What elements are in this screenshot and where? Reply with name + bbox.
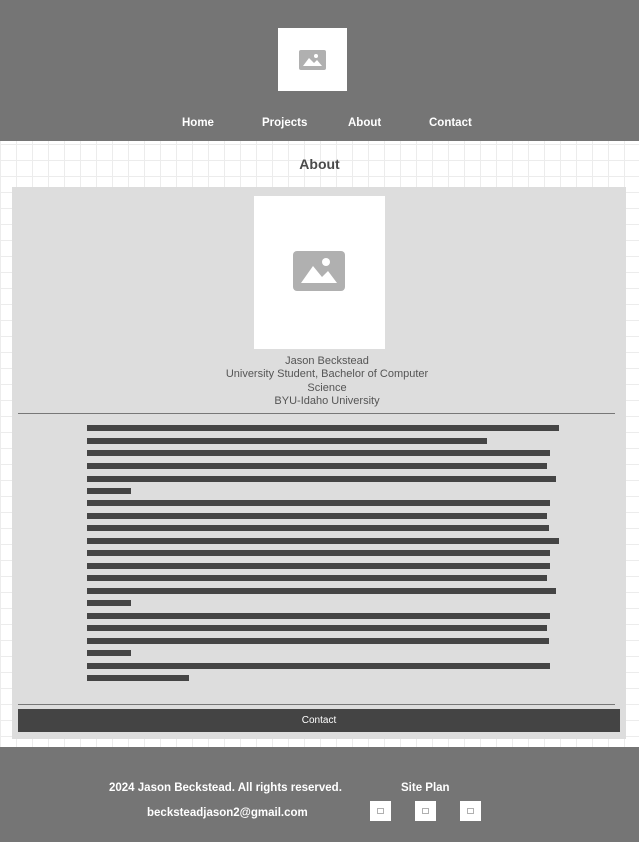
social-link-2[interactable] xyxy=(415,801,436,821)
social-link-3[interactable] xyxy=(460,801,481,821)
contact-button[interactable]: Contact xyxy=(18,709,620,732)
text-line xyxy=(87,488,131,494)
profile-role-line-1: University Student, Bachelor of Computer xyxy=(225,368,429,380)
text-line xyxy=(87,550,550,556)
site-header: Home Projects About Contact xyxy=(0,0,639,141)
image-placeholder-icon xyxy=(293,251,345,291)
text-line xyxy=(87,675,189,681)
text-line xyxy=(87,476,556,482)
text-line xyxy=(87,538,559,544)
text-line xyxy=(87,500,550,506)
profile-school: BYU-Idaho University xyxy=(274,395,380,407)
nav-contact-link[interactable]: Contact xyxy=(429,117,472,129)
nav-about-link[interactable]: About xyxy=(348,117,381,129)
text-line xyxy=(87,513,547,519)
about-card: Jason Beckstead University Student, Bach… xyxy=(12,187,626,739)
text-line xyxy=(87,525,549,531)
page-title: About xyxy=(299,156,340,172)
divider xyxy=(18,704,615,705)
email-link[interactable]: beckstеadjason2@gmail.com xyxy=(147,807,308,819)
copyright-text: 2024 Jason Beckstead. All rights reserve… xyxy=(109,782,342,794)
text-line xyxy=(87,625,547,631)
text-line xyxy=(87,425,559,431)
profile-photo xyxy=(254,196,385,349)
text-line xyxy=(87,438,487,444)
nav-projects-link[interactable]: Projects xyxy=(262,117,307,129)
profile-name: Jason Beckstead xyxy=(285,355,369,367)
text-line xyxy=(87,463,547,469)
divider xyxy=(18,413,615,414)
text-line xyxy=(87,588,556,594)
text-line xyxy=(87,450,550,456)
text-line xyxy=(87,575,547,581)
image-placeholder-icon xyxy=(422,808,429,814)
image-placeholder-icon xyxy=(299,50,326,70)
social-link-1[interactable] xyxy=(370,801,391,821)
text-line xyxy=(87,613,550,619)
profile-role-line-2: Science xyxy=(307,382,347,394)
image-placeholder-icon xyxy=(467,808,474,814)
site-plan-link[interactable]: Site Plan xyxy=(401,782,450,794)
nav-home-link[interactable]: Home xyxy=(182,117,214,129)
text-line xyxy=(87,638,549,644)
text-line xyxy=(87,663,550,669)
text-line xyxy=(87,650,131,656)
text-line xyxy=(87,563,550,569)
image-placeholder-icon xyxy=(377,808,384,814)
logo[interactable] xyxy=(278,28,347,91)
site-footer: 2024 Jason Beckstead. All rights reserve… xyxy=(0,747,639,842)
text-line xyxy=(87,600,131,606)
